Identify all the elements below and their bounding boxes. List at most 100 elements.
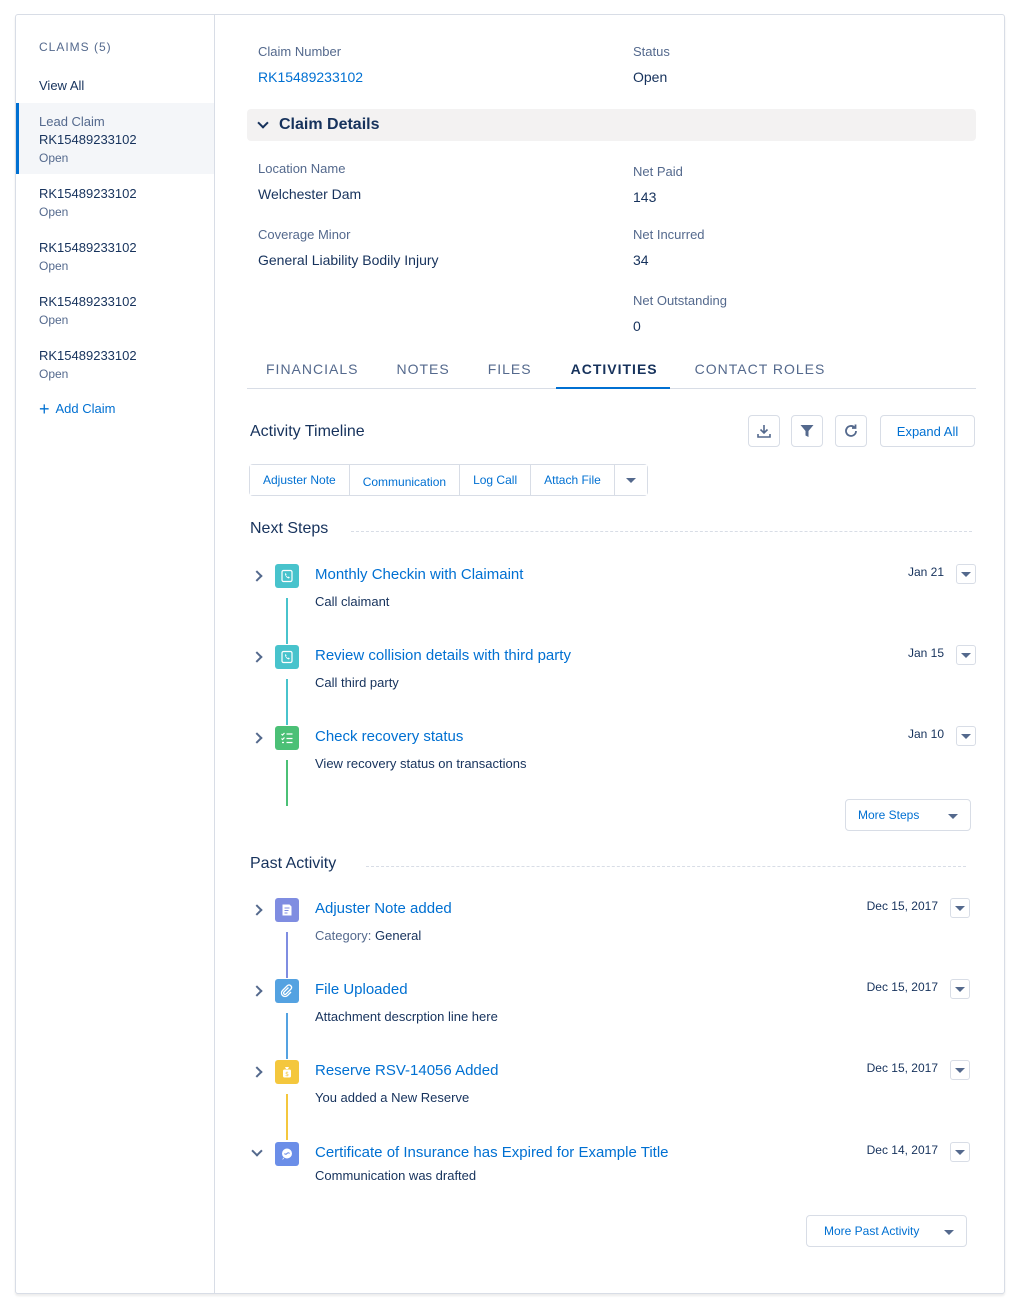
plus-icon: +: [39, 398, 50, 419]
timeline-item-date: Jan 10: [907, 727, 944, 741]
sidebar-item-lead-claim[interactable]: Lead Claim RK15489233102 Open: [16, 103, 214, 174]
lead-claim-label: Lead Claim: [39, 114, 105, 129]
timeline-item-menu-button[interactable]: [950, 979, 970, 999]
claim-number: RK15489233102: [39, 186, 137, 201]
tab-financials[interactable]: FINANCIALS: [266, 353, 358, 389]
claims-heading: CLAIMS (5): [39, 40, 112, 54]
more-steps-button[interactable]: More Steps: [845, 799, 971, 831]
timeline-item-title[interactable]: Reserve RSV-14056 Added: [315, 1062, 498, 1079]
chevron-down-icon: [955, 986, 965, 992]
tab-notes[interactable]: NOTES: [396, 353, 449, 389]
claim-details-title: Claim Details: [279, 116, 380, 133]
timeline-item[interactable]: Check recovery status View recovery stat…: [250, 726, 976, 806]
chevron-down-icon[interactable]: [251, 1145, 263, 1157]
add-claim-label: Add Claim: [55, 401, 116, 416]
timeline-item-description: Communication was drafted: [315, 1168, 477, 1183]
location-name-label: Location Name: [258, 161, 346, 176]
timeline-item-title[interactable]: File Uploaded: [315, 981, 408, 998]
chevron-right-icon[interactable]: [251, 985, 263, 997]
net-incurred-value: 34: [633, 252, 649, 268]
claim-details-section-toggle[interactable]: Claim Details: [247, 109, 976, 141]
timeline-item-title[interactable]: Check recovery status: [315, 728, 463, 745]
chevron-down-icon: [955, 1149, 965, 1155]
communication-button[interactable]: Communication: [349, 465, 461, 495]
more-past-activity-button[interactable]: More Past Activity: [806, 1215, 967, 1247]
timeline-item-title[interactable]: Review collision details with third part…: [315, 647, 571, 664]
timeline-item-date: Dec 15, 2017: [866, 899, 938, 913]
chevron-right-icon[interactable]: [251, 732, 263, 744]
timeline-item-title[interactable]: Certificate of Insurance has Expired for…: [315, 1144, 669, 1161]
timeline-item-menu-button[interactable]: [956, 564, 976, 584]
claim-main: Claim Number RK15489233102 Status Open C…: [216, 15, 1004, 1293]
timeline-item[interactable]: File Uploaded Attachment descrption line…: [250, 979, 970, 1059]
timeline-item-description: You added a New Reserve: [315, 1090, 470, 1105]
activity-action-group: Adjuster Note Communication Log Call Att…: [249, 464, 648, 496]
sidebar-item-claim[interactable]: RK15489233102 Open: [16, 239, 214, 275]
location-name-value: Welchester Dam: [258, 186, 362, 202]
timeline-item-menu-button[interactable]: [956, 726, 976, 746]
chevron-right-icon[interactable]: [251, 570, 263, 582]
category-label: Category:: [315, 928, 372, 943]
note-icon: [275, 898, 299, 922]
timeline-item-description: Attachment descrption line here: [315, 1009, 498, 1024]
timeline-item-menu-button[interactable]: [950, 1142, 970, 1162]
sidebar-item-claim[interactable]: RK15489233102 Open: [16, 347, 214, 383]
expand-all-button[interactable]: Expand All: [880, 415, 975, 447]
timeline-item-date: Jan 15: [907, 646, 944, 660]
chevron-down-icon: [961, 733, 971, 739]
sidebar-item-claim[interactable]: RK15489233102 Open: [16, 293, 214, 329]
timeline-item-date: Jan 21: [907, 565, 944, 579]
timeline-item-title[interactable]: Monthly Checkin with Claimaint: [315, 566, 523, 583]
log-call-button[interactable]: Log Call: [460, 465, 532, 495]
filter-button[interactable]: [791, 415, 823, 447]
filter-icon: [800, 425, 814, 437]
claim-number: RK15489233102: [39, 132, 137, 147]
call-icon: [275, 564, 299, 588]
timeline-item-date: Dec 15, 2017: [866, 980, 938, 994]
timeline-item[interactable]: $ Reserve RSV-14056 Added You added a Ne…: [250, 1060, 970, 1140]
claim-number-label: Claim Number: [258, 44, 342, 59]
claim-number-link[interactable]: RK15489233102: [258, 69, 363, 85]
add-claim-button[interactable]: + Add Claim: [39, 398, 116, 419]
attachment-icon: [275, 979, 299, 1003]
timeline-item[interactable]: Monthly Checkin with Claimaint Call clai…: [250, 564, 976, 644]
chevron-down-icon: [944, 1230, 954, 1235]
claims-card: CLAIMS (5) View All Lead Claim RK1548923…: [15, 14, 1005, 1294]
timeline-item[interactable]: Certificate of Insurance has Expired for…: [250, 1142, 970, 1202]
refresh-button[interactable]: [835, 415, 867, 447]
tab-files[interactable]: FILES: [488, 353, 532, 389]
call-icon: [275, 645, 299, 669]
refresh-icon: [845, 424, 857, 437]
timeline-item-title[interactable]: Adjuster Note added: [315, 900, 452, 917]
claim-number: RK15489233102: [39, 294, 137, 309]
timeline-item-menu-button[interactable]: [956, 645, 976, 665]
chevron-down-icon: [961, 652, 971, 658]
claim-status: Open: [39, 259, 69, 273]
claim-number: RK15489233102: [39, 348, 137, 363]
timeline-item-date: Dec 15, 2017: [866, 1061, 938, 1075]
download-button[interactable]: [748, 415, 780, 447]
sidebar-item-claim[interactable]: RK15489233102 Open: [16, 185, 214, 221]
timeline-item[interactable]: Adjuster Note added Category: General De…: [250, 898, 970, 978]
more-actions-button[interactable]: [614, 465, 647, 495]
more-steps-label: More Steps: [858, 808, 920, 822]
timeline-item[interactable]: Review collision details with third part…: [250, 645, 976, 725]
chevron-right-icon[interactable]: [251, 1066, 263, 1078]
chevron-right-icon[interactable]: [251, 651, 263, 663]
attach-file-button[interactable]: Attach File: [531, 465, 615, 495]
chevron-down-icon: [961, 571, 971, 577]
download-icon: [757, 425, 771, 438]
svg-text:$: $: [285, 1071, 289, 1078]
past-activity-heading: Past Activity: [250, 855, 336, 873]
timeline-item-menu-button[interactable]: [950, 898, 970, 918]
net-paid-value: 143: [633, 189, 657, 205]
claim-number: RK15489233102: [39, 240, 137, 255]
timeline-item-description: Call third party: [315, 675, 399, 690]
timeline-item-menu-button[interactable]: [950, 1060, 970, 1080]
net-outstanding-label: Net Outstanding: [633, 293, 727, 308]
adjuster-note-button[interactable]: Adjuster Note: [250, 465, 350, 495]
chevron-right-icon[interactable]: [251, 904, 263, 916]
view-all-link[interactable]: View All: [39, 78, 84, 93]
tab-activities[interactable]: ACTIVITIES: [555, 353, 670, 389]
tab-contact-roles[interactable]: CONTACT ROLES: [695, 353, 826, 389]
